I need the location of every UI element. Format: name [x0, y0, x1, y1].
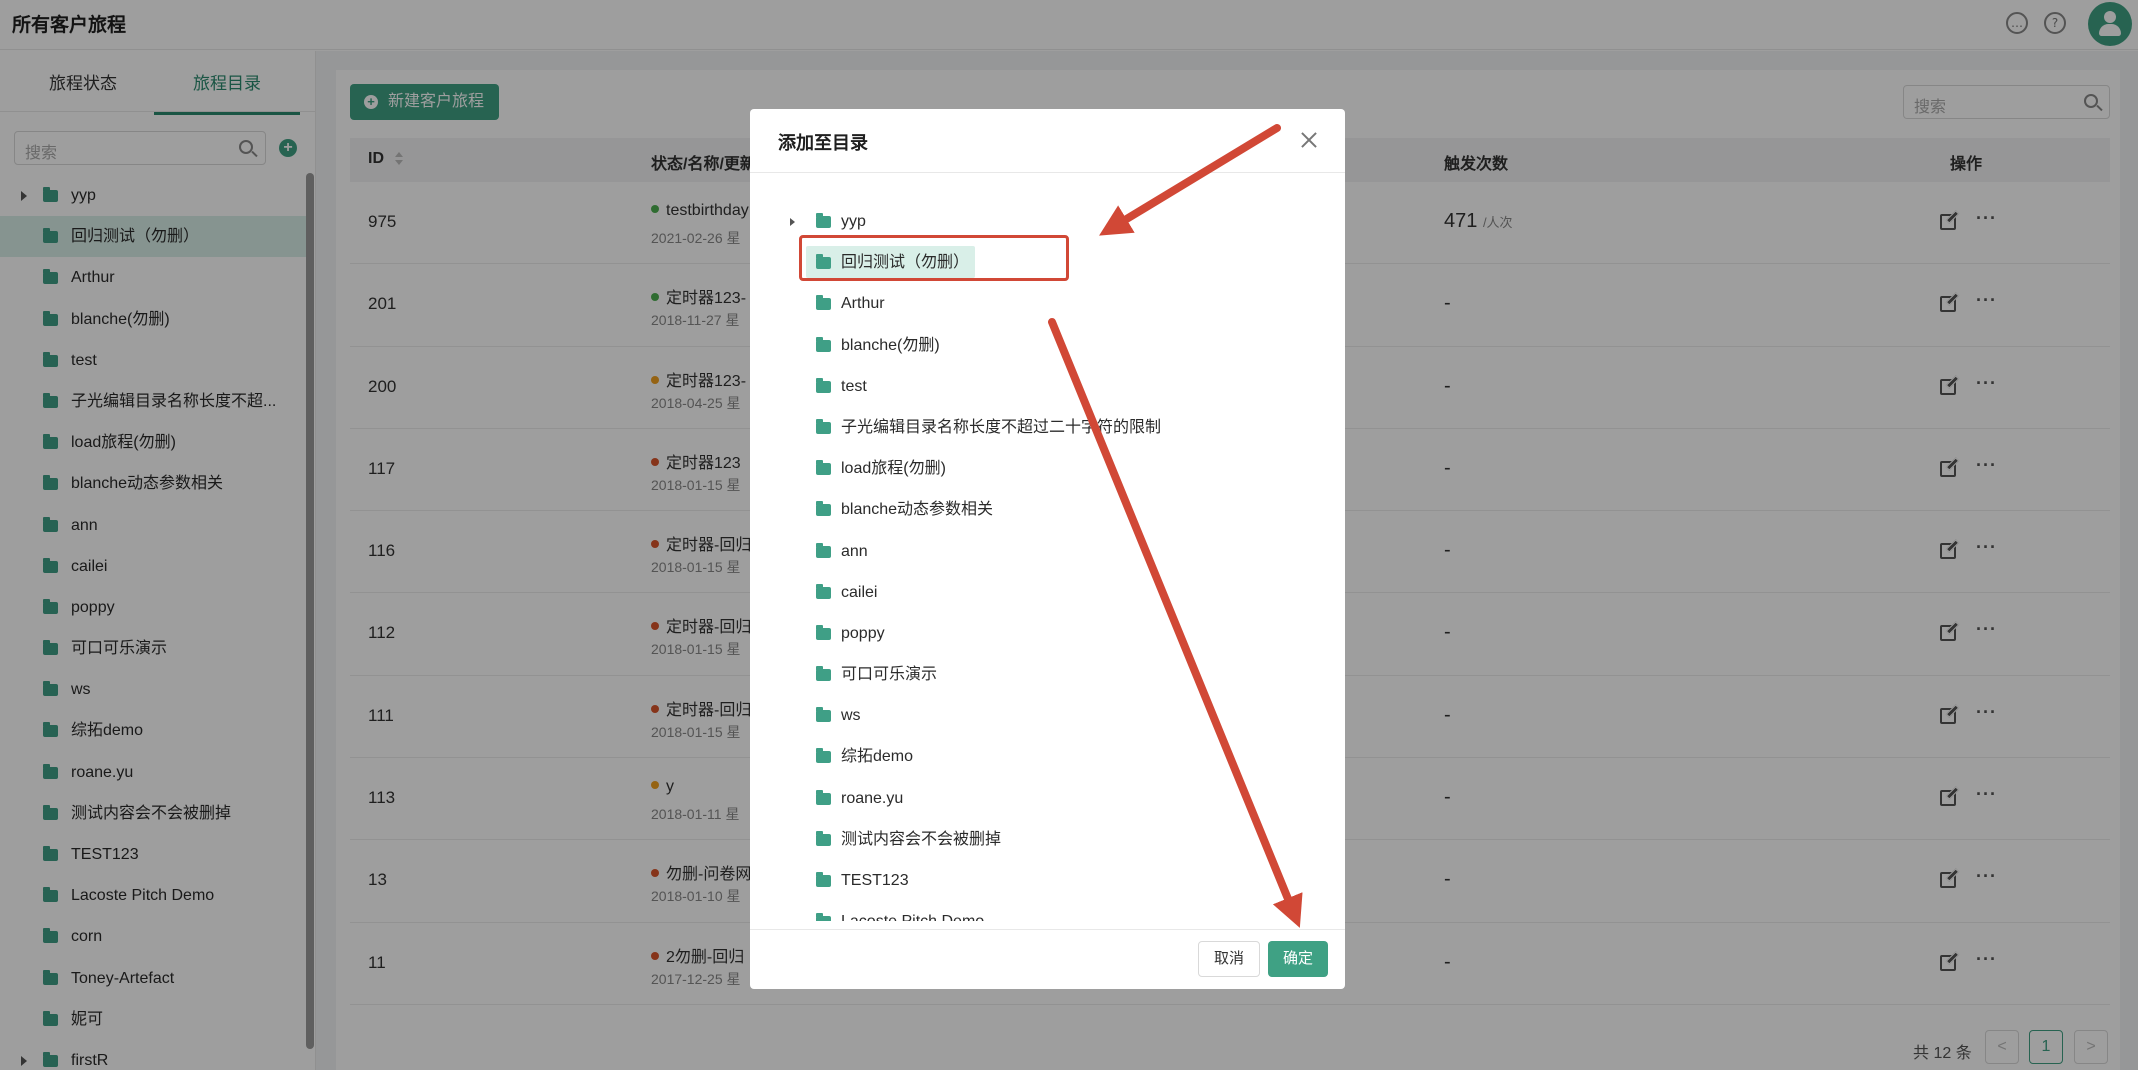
- folder-icon: [816, 583, 831, 599]
- dialog-folder-item[interactable]: Arthur: [750, 283, 1345, 324]
- dialog-folder-item[interactable]: 测试内容会不会被删掉: [750, 819, 1345, 860]
- dialog-footer-divider: [750, 929, 1345, 930]
- dialog-folder-label: yyp: [841, 213, 866, 230]
- folder-icon: [816, 707, 831, 723]
- folder-icon: [816, 830, 831, 846]
- dialog-folder-item[interactable]: ws: [750, 695, 1345, 736]
- dialog-folder-item[interactable]: blanche(勿删): [750, 325, 1345, 366]
- annotation-highlight-box: [799, 235, 1069, 281]
- dialog-folder-item[interactable]: 子光编辑目录名称长度不超过二十字符的限制: [750, 407, 1345, 448]
- folder-icon: [816, 542, 831, 558]
- dialog-folder-label: 测试内容会不会被删掉: [841, 830, 1002, 848]
- dialog-folder-label: load旅程(勿删): [841, 460, 946, 478]
- dialog-folder-label: ws: [841, 707, 861, 725]
- folder-icon: [816, 872, 831, 887]
- dialog-folder-label: Arthur: [841, 295, 885, 313]
- close-icon[interactable]: [1298, 129, 1320, 151]
- dialog-folder-item[interactable]: 可口可乐演示: [750, 654, 1345, 695]
- dialog-folder-item[interactable]: cailei: [750, 572, 1345, 613]
- dialog-folder-label: blanche(勿删): [841, 336, 940, 354]
- dialog-folder-label: ann: [841, 542, 868, 560]
- folder-icon: [816, 213, 831, 228]
- cancel-button[interactable]: 取消: [1198, 941, 1260, 977]
- folder-icon: [816, 624, 831, 640]
- dialog-folder-item[interactable]: roane.yu: [750, 778, 1345, 819]
- dialog-folder-label: poppy: [841, 624, 885, 642]
- dialog-folder-label: blanche动态参数相关: [841, 501, 994, 519]
- dialog-folder-label: test: [841, 377, 867, 395]
- folder-icon: [816, 666, 831, 682]
- dialog-folder-item[interactable]: TEST123: [750, 860, 1345, 901]
- dialog-folder-label: 综拓demo: [841, 748, 914, 766]
- dialog-folder-item[interactable]: load旅程(勿删): [750, 448, 1345, 489]
- dialog-divider: [750, 172, 1345, 173]
- folder-icon: [816, 913, 831, 921]
- dialog-folder-label: TEST123: [841, 872, 909, 889]
- folder-icon: [816, 748, 831, 764]
- dialog-folder-item[interactable]: Lacoste Pitch Demo: [750, 901, 1345, 921]
- folder-icon: [816, 418, 831, 434]
- dialog-folder-item[interactable]: blanche动态参数相关: [750, 489, 1345, 530]
- dialog-folder-tree: yyp 回归测试（勿删） Arthur blanche(勿删) test 子光编辑目录名称…: [750, 201, 1345, 921]
- dialog-folder-label: 可口可乐演示: [841, 666, 938, 684]
- confirm-button[interactable]: 确定: [1268, 941, 1328, 977]
- folder-icon: [816, 377, 831, 393]
- dialog-folder-item[interactable]: ann: [750, 531, 1345, 572]
- dialog-folder-label: cailei: [841, 583, 878, 601]
- folder-icon: [816, 460, 831, 476]
- dialog-folder-item[interactable]: 综拓demo: [750, 736, 1345, 777]
- folder-icon: [816, 295, 831, 311]
- dialog-folder-label: 子光编辑目录名称长度不超过二十字符的限制: [841, 418, 1162, 436]
- dialog-folder-item[interactable]: poppy: [750, 613, 1345, 654]
- folder-icon: [816, 501, 831, 517]
- dialog-folder-item[interactable]: test: [750, 366, 1345, 407]
- dialog-folder-label: Lacoste Pitch Demo: [841, 913, 984, 921]
- dialog-title: 添加至目录: [778, 133, 868, 153]
- folder-icon: [816, 789, 831, 805]
- folder-icon: [816, 336, 831, 352]
- dialog-folder-label: roane.yu: [841, 789, 904, 807]
- caret-right-icon[interactable]: [790, 218, 795, 226]
